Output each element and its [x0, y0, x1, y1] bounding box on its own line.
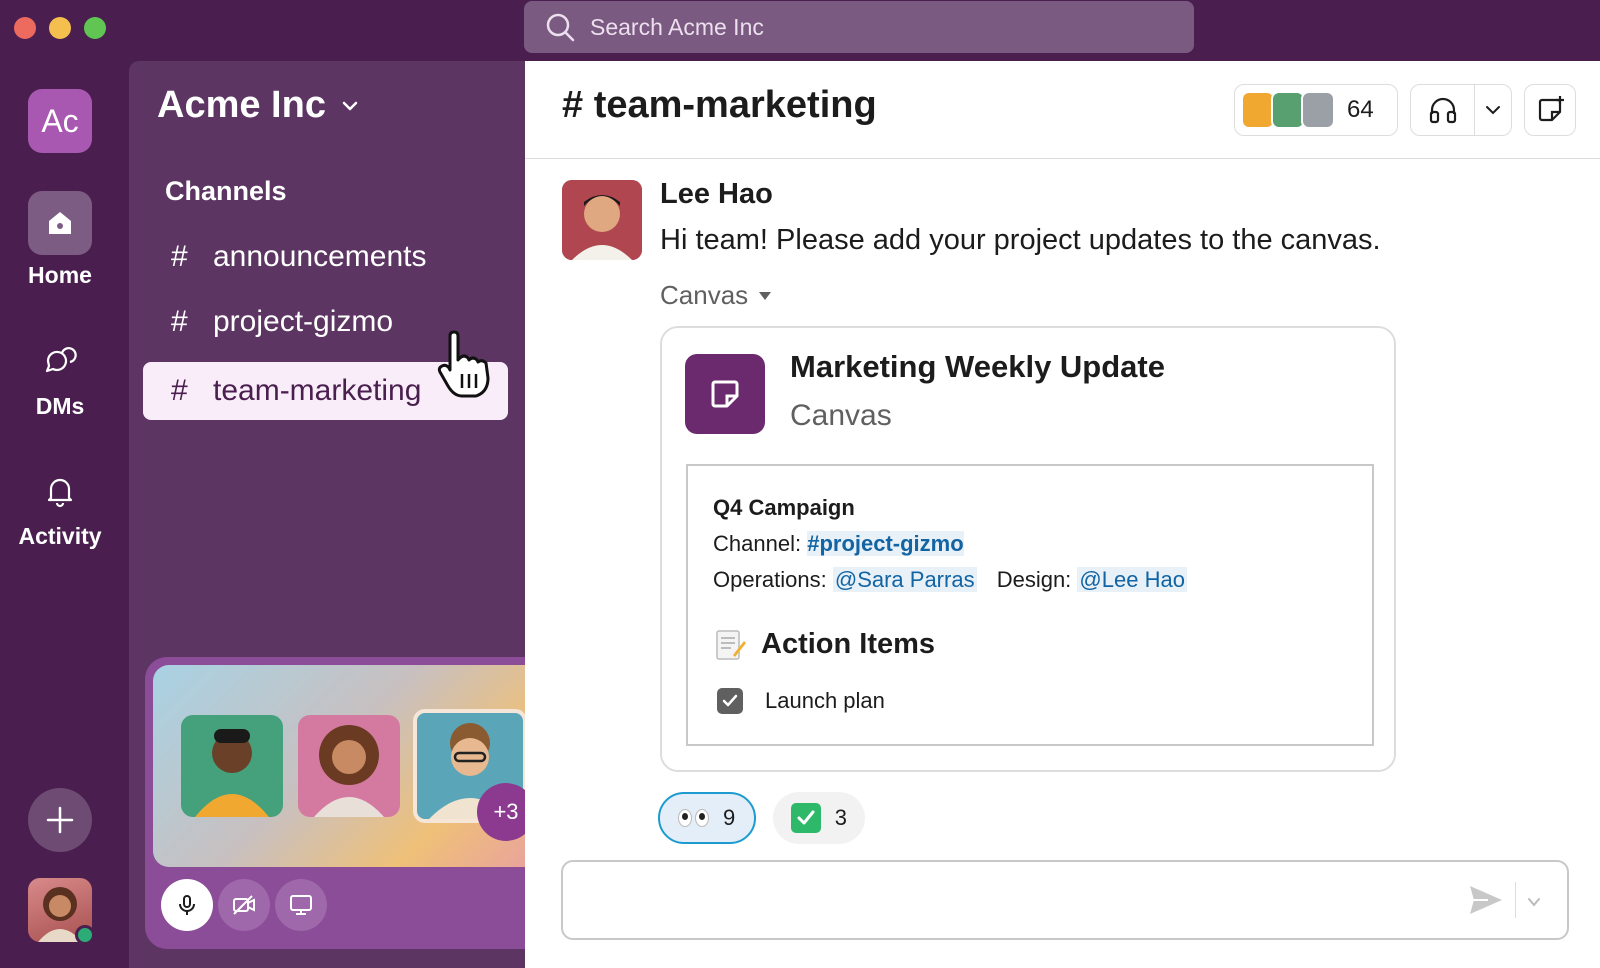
- channel-field-label: Channel:: [713, 531, 802, 556]
- canvas-subtitle: Canvas: [790, 399, 892, 432]
- dms-icon: [45, 347, 77, 373]
- workspace-switcher[interactable]: Acme Inc: [157, 84, 360, 127]
- send-options-button[interactable]: [1522, 890, 1546, 914]
- hash-icon: #: [171, 305, 188, 338]
- user-mention[interactable]: @Sara Parras: [832, 567, 977, 592]
- activity-label[interactable]: Activity: [0, 523, 120, 550]
- canvas-icon: [1538, 96, 1564, 122]
- action-items-heading: Action Items: [713, 627, 935, 661]
- search-icon: [546, 13, 575, 42]
- canvas-card-icon: [685, 354, 765, 434]
- add-button[interactable]: [28, 788, 92, 852]
- channel-canvas-button[interactable]: [1524, 84, 1576, 136]
- reaction-check[interactable]: 3: [773, 792, 865, 844]
- huddle-screenshare-button[interactable]: [275, 879, 327, 931]
- member-avatar: [1271, 91, 1305, 129]
- eyes-emoji-icon: [678, 809, 709, 827]
- huddle-panel: +3: [145, 657, 553, 949]
- workspace-name: Acme Inc: [157, 84, 326, 126]
- huddle-video-stage: +3: [153, 665, 545, 867]
- channel-name: announcements: [213, 240, 427, 273]
- microphone-icon: [179, 895, 195, 915]
- home-label[interactable]: Home: [0, 262, 120, 289]
- member-count: 64: [1347, 96, 1374, 123]
- zoom-window-button[interactable]: [84, 17, 106, 39]
- start-huddle-button[interactable]: [1411, 85, 1475, 135]
- plus-icon: [46, 806, 74, 834]
- close-window-button[interactable]: [14, 17, 36, 39]
- message-author[interactable]: Lee Hao: [660, 178, 773, 211]
- message-composer[interactable]: [561, 860, 1569, 940]
- canvas-title[interactable]: Marketing Weekly Update: [790, 349, 1165, 385]
- hash-icon: #: [171, 240, 188, 273]
- online-status-dot: [75, 925, 95, 945]
- attachment-toggle[interactable]: Canvas: [660, 280, 772, 311]
- activity-button[interactable]: [28, 466, 92, 516]
- search-bar[interactable]: Search Acme Inc: [524, 1, 1194, 53]
- video-off-icon: [233, 895, 255, 915]
- message-text: Hi team! Please add your project updates…: [660, 224, 1381, 256]
- chevron-down-icon: [1528, 898, 1540, 907]
- chevron-down-icon: [1486, 106, 1500, 115]
- headphones-icon: [1429, 97, 1456, 124]
- home-button[interactable]: [28, 191, 92, 255]
- send-icon: [1470, 886, 1502, 914]
- monitor-icon: [290, 895, 312, 915]
- header-divider: [525, 158, 1600, 159]
- pointer-hand-cursor-icon: [436, 330, 494, 405]
- huddle-participant-video[interactable]: [298, 715, 400, 817]
- bell-icon: [47, 478, 73, 508]
- checklist-item[interactable]: Launch plan: [717, 688, 885, 714]
- minimize-window-button[interactable]: [49, 17, 71, 39]
- channel-title[interactable]: # team-marketing: [562, 84, 877, 127]
- canvas-heading: Q4 Campaign: [713, 495, 855, 520]
- message-author-avatar[interactable]: [562, 180, 642, 260]
- search-placeholder: Search Acme Inc: [590, 13, 764, 40]
- attachment-label: Canvas: [660, 280, 749, 310]
- member-avatar: [1301, 91, 1335, 129]
- checkbox-checked[interactable]: [717, 688, 743, 714]
- huddle-mic-button[interactable]: [161, 879, 213, 931]
- chevron-down-icon: [342, 101, 358, 110]
- huddle-video-button[interactable]: [218, 879, 270, 931]
- operations-field-label: Operations:: [713, 567, 827, 592]
- reaction-count: 9: [723, 805, 736, 830]
- action-items-title: Action Items: [761, 627, 936, 660]
- channel-name: project-gizmo: [213, 305, 394, 338]
- reaction-eyes[interactable]: 9: [658, 792, 756, 844]
- huddle-options-button[interactable]: [1475, 101, 1511, 119]
- channels-section-header[interactable]: Channels: [165, 176, 287, 207]
- reaction-count: 3: [834, 805, 847, 830]
- hash-icon: #: [171, 374, 188, 407]
- sidebar-item-announcements[interactable]: # announcements: [143, 228, 508, 286]
- canvas-channel-line: Channel: #project-gizmo: [713, 531, 964, 557]
- channel-members-button[interactable]: 64: [1234, 84, 1398, 136]
- user-mention[interactable]: @Lee Hao: [1077, 567, 1187, 592]
- workspace-avatar[interactable]: Ac: [28, 89, 92, 153]
- home-icon: [49, 212, 71, 234]
- huddle-participant-video[interactable]: [181, 715, 283, 817]
- dms-label[interactable]: DMs: [0, 393, 120, 420]
- design-field-label: Design:: [996, 567, 1072, 592]
- huddle-button[interactable]: [1410, 84, 1512, 136]
- white-check-mark-emoji-icon: [791, 803, 821, 833]
- channel-name: team-marketing: [213, 374, 422, 407]
- checklist-item-label: Launch plan: [765, 688, 885, 713]
- canvas-owners-line: Operations: @Sara Parras Design: @Lee Ha…: [713, 567, 1187, 593]
- dms-button[interactable]: [28, 336, 92, 386]
- caret-down-icon: [759, 291, 772, 300]
- canvas-icon: [711, 380, 739, 408]
- channel-link[interactable]: #project-gizmo: [807, 531, 964, 556]
- check-icon: [722, 694, 738, 707]
- memo-icon: [716, 630, 746, 660]
- send-divider: [1515, 882, 1516, 918]
- send-button[interactable]: [1466, 882, 1506, 918]
- member-avatar: [1241, 91, 1275, 129]
